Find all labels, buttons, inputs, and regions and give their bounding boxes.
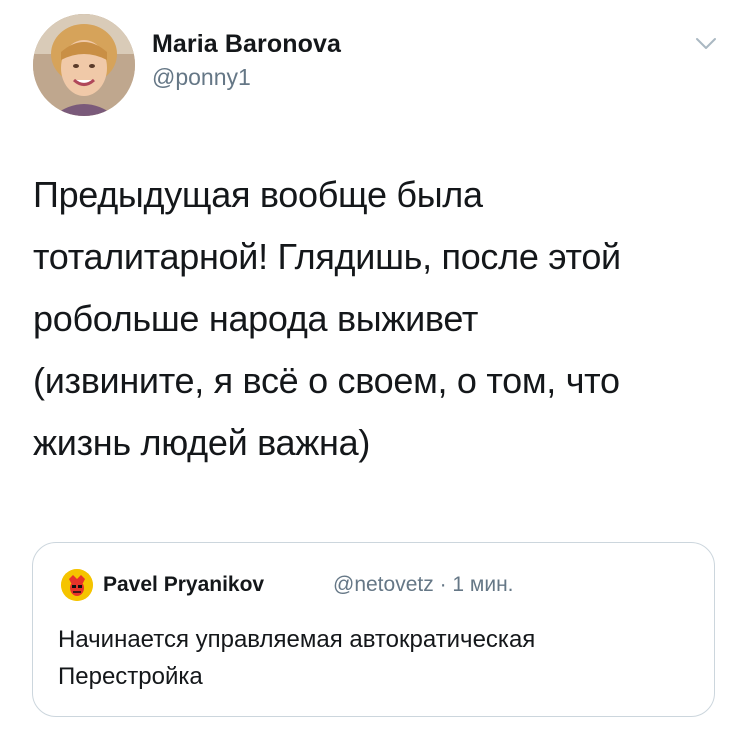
- chevron-down-icon[interactable]: [694, 36, 718, 52]
- meta-separator: ·: [439, 573, 447, 596]
- quoted-meta: @netovetz · 1 мин.: [333, 573, 514, 597]
- author-handle[interactable]: @ponny1: [152, 64, 251, 91]
- quoted-user-avatar[interactable]: [61, 569, 93, 601]
- quoted-author-name[interactable]: Pavel Pryanikov: [103, 573, 264, 597]
- quoted-tweet[interactable]: Pavel Pryanikov @netovetz · 1 мин. Начин…: [32, 542, 715, 717]
- user-avatar[interactable]: [33, 14, 135, 116]
- quoted-author-handle[interactable]: @netovetz: [333, 573, 434, 596]
- quoted-time[interactable]: 1 мин.: [452, 573, 513, 596]
- tweet-card: Maria Baronova @ponny1 Предыдущая вообще…: [0, 0, 749, 735]
- author-name[interactable]: Maria Baronova: [152, 30, 341, 59]
- user-avatar-photo: [33, 14, 135, 116]
- quoted-avatar-icon: [61, 569, 93, 601]
- quoted-tweet-text: Начинается управляемая автократическая П…: [58, 626, 536, 690]
- tweet-text: Предыдущая вообще была тоталитарной! Гля…: [33, 174, 621, 463]
